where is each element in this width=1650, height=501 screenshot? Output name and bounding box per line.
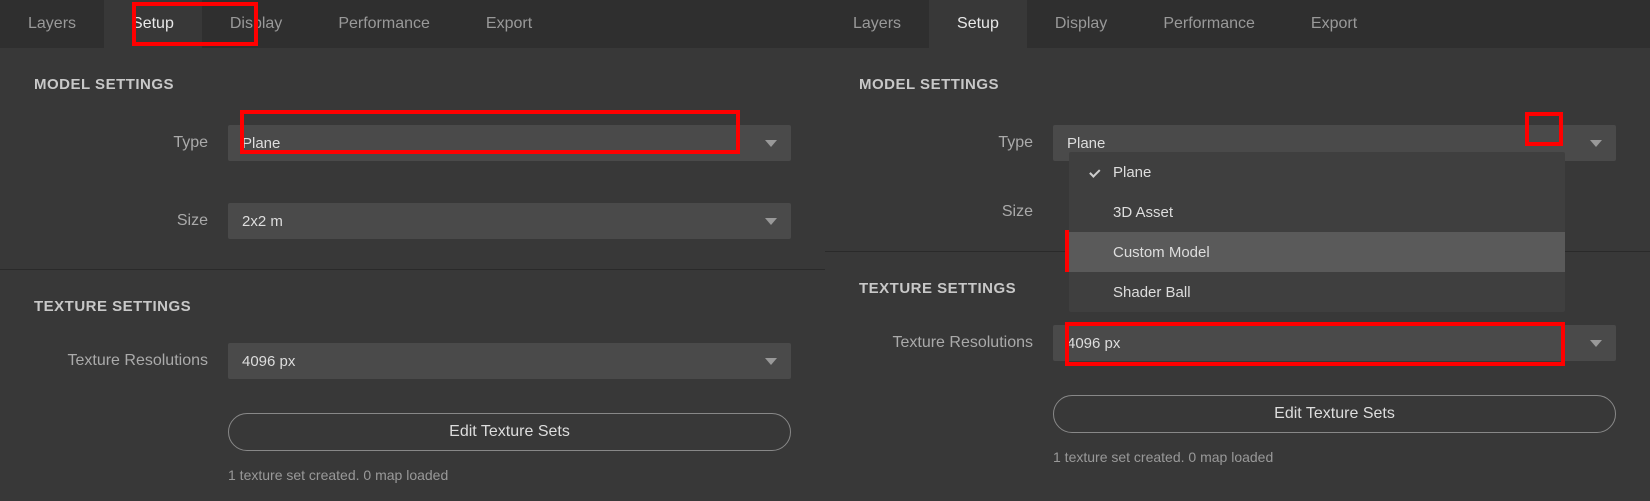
chevron-down-icon [765, 140, 777, 147]
tab-setup[interactable]: Setup [104, 0, 202, 48]
chevron-down-icon [765, 358, 777, 365]
dropdown-item-custom-model[interactable]: Custom Model [1069, 232, 1565, 272]
chevron-down-icon [1590, 140, 1602, 147]
model-settings-header: MODEL SETTINGS [825, 48, 1650, 101]
dropdown-item-label: 3D Asset [1113, 204, 1173, 221]
dropdown-item-shader-ball[interactable]: Shader Ball [1069, 272, 1565, 312]
model-settings-header: MODEL SETTINGS [0, 48, 825, 101]
status-text: 1 texture set created. 0 map loaded [1053, 449, 1273, 465]
tab-performance[interactable]: Performance [1135, 0, 1283, 48]
type-value: Plane [1067, 135, 1105, 152]
check-icon [1087, 164, 1103, 180]
dropdown-item-label: Shader Ball [1113, 284, 1191, 301]
size-value: 2x2 m [242, 213, 283, 230]
type-dropdown: Plane 3D Asset Custom Model Shader Ball [1069, 152, 1565, 312]
texres-label: Texture Resolutions [825, 334, 1053, 352]
size-label: Size [825, 203, 1053, 221]
status-text: 1 texture set created. 0 map loaded [228, 467, 448, 483]
tab-display[interactable]: Display [1027, 0, 1135, 48]
tab-export[interactable]: Export [1283, 0, 1385, 48]
texres-value: 4096 px [242, 353, 295, 370]
left-panel: Layers Setup Display Performance Export … [0, 0, 825, 501]
tab-setup[interactable]: Setup [929, 0, 1027, 48]
size-label: Size [0, 212, 228, 230]
tab-bar: Layers Setup Display Performance Export [0, 0, 825, 48]
edit-texture-sets-button[interactable]: Edit Texture Sets [228, 413, 791, 451]
right-panel: Layers Setup Display Performance Export … [825, 0, 1650, 501]
tab-layers[interactable]: Layers [825, 0, 929, 48]
type-label: Type [825, 134, 1053, 152]
tab-layers[interactable]: Layers [0, 0, 104, 48]
texres-select[interactable]: 4096 px [228, 343, 791, 379]
type-select[interactable]: Plane [228, 125, 791, 161]
type-label: Type [0, 134, 228, 152]
dropdown-item-label: Plane [1113, 164, 1151, 181]
dropdown-item-3d-asset[interactable]: 3D Asset [1069, 192, 1565, 232]
dropdown-item-plane[interactable]: Plane [1069, 152, 1565, 192]
texres-value: 4096 px [1067, 335, 1120, 352]
size-select[interactable]: 2x2 m [228, 203, 791, 239]
chevron-down-icon [765, 218, 777, 225]
texres-label: Texture Resolutions [0, 352, 228, 370]
dropdown-item-label: Custom Model [1113, 244, 1210, 261]
tab-performance[interactable]: Performance [310, 0, 458, 48]
tab-display[interactable]: Display [202, 0, 310, 48]
chevron-down-icon [1590, 340, 1602, 347]
type-value: Plane [242, 135, 280, 152]
texres-select[interactable]: 4096 px [1053, 325, 1616, 361]
tab-bar: Layers Setup Display Performance Export [825, 0, 1650, 48]
edit-texture-sets-button[interactable]: Edit Texture Sets [1053, 395, 1616, 433]
tab-export[interactable]: Export [458, 0, 560, 48]
texture-settings-header: TEXTURE SETTINGS [0, 270, 825, 323]
